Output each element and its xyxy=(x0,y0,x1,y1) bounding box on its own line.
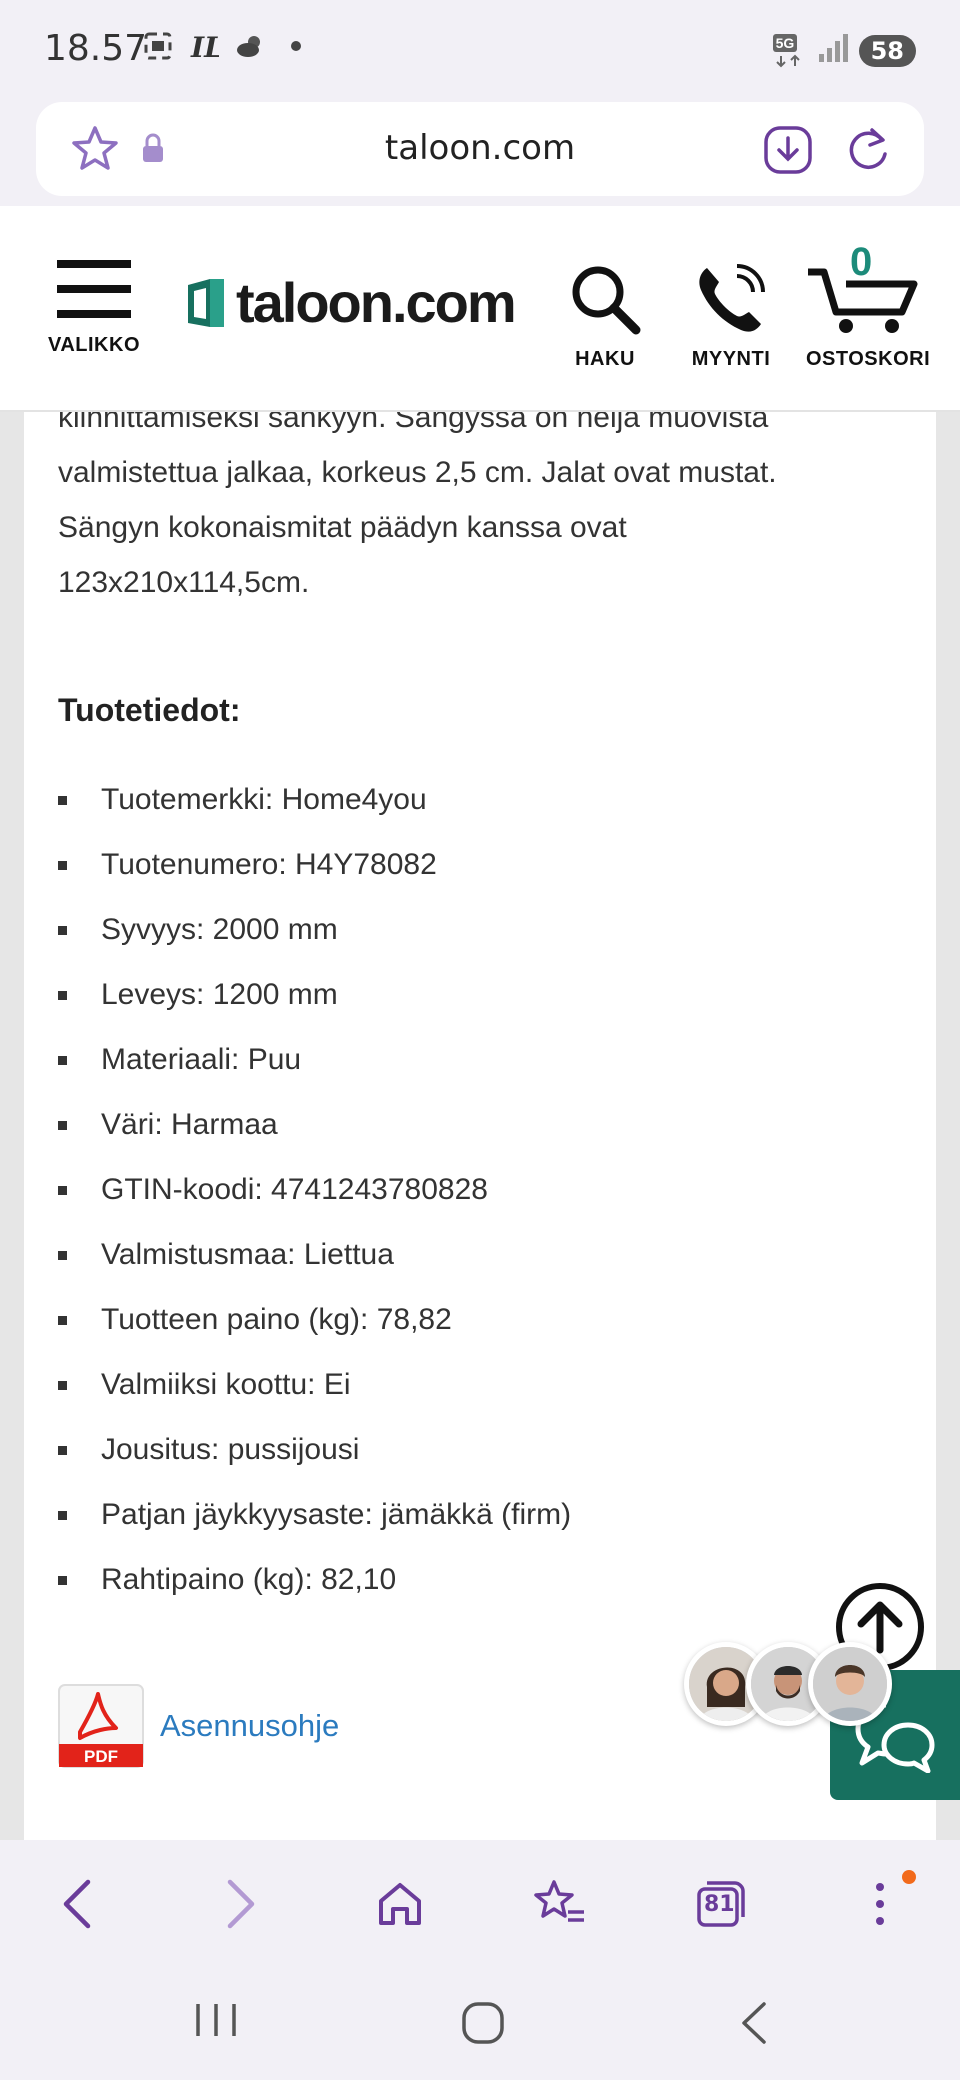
menu-button[interactable]: VALIKKO xyxy=(46,256,142,357)
spec-assembled: Valmiiksi koottu: Ei xyxy=(58,1365,571,1430)
chat-agents-avatars[interactable] xyxy=(684,1642,892,1726)
product-spec-list: Tuotemerkki: Home4you Tuotenumero: H4Y78… xyxy=(58,780,571,1625)
spec-color: Väri: Harmaa xyxy=(58,1105,571,1170)
menu-label: VALIKKO xyxy=(47,334,140,356)
more-vertical-icon xyxy=(876,1883,884,1925)
pdf-file-icon: PDF xyxy=(58,1684,144,1768)
chevron-right-icon xyxy=(227,1879,255,1929)
product-info-heading: Tuotetiedot: xyxy=(58,692,241,728)
tabs-button[interactable]: 81 xyxy=(690,1874,750,1934)
chevron-left-icon xyxy=(63,1879,91,1929)
product-details-card: kiinnittämiseksi sänkyyn. Sängyssä on ne… xyxy=(24,412,936,1840)
spec-width: Leveys: 1200 mm xyxy=(58,975,571,1040)
signal-icon xyxy=(817,32,849,69)
home-icon xyxy=(379,1883,421,1925)
spec-depth: Syvyys: 2000 mm xyxy=(58,910,571,975)
search-icon xyxy=(572,266,641,335)
pdf-badge-label: PDF xyxy=(84,1747,118,1766)
cart-count-badge: 0 xyxy=(850,240,873,284)
browser-bottom-nav: 81 xyxy=(0,1840,960,1960)
browser-url-bar[interactable]: taloon.com xyxy=(36,102,924,196)
status-notification-icons: IL xyxy=(142,30,312,62)
hamburger-icon xyxy=(57,260,131,318)
site-logo[interactable]: taloon.com xyxy=(180,270,517,335)
site-header: VALIKKO taloon.com HAKU MYYNTI 0 OSTOSKO… xyxy=(0,206,960,412)
spec-country: Valmistusmaa: Liettua xyxy=(58,1235,571,1300)
network-5g-icon: 5G xyxy=(772,33,807,68)
search-label: HAKU xyxy=(575,348,635,370)
home-button[interactable] xyxy=(370,1874,430,1934)
more-notifications-dot-icon xyxy=(280,30,312,62)
system-nav-bar xyxy=(0,1960,960,2080)
search-button[interactable]: HAKU xyxy=(560,262,650,371)
cart-button[interactable]: 0 OSTOSKORI xyxy=(806,240,931,371)
product-description: kiinnittämiseksi sänkyyn. Sängyssä on ne… xyxy=(58,412,777,599)
system-back-button[interactable] xyxy=(736,2000,772,2051)
bookmarks-star-list-icon xyxy=(534,1880,584,1922)
battery-indicator: 58 xyxy=(858,34,916,67)
il-app-icon: IL xyxy=(188,30,220,62)
more-menu-button[interactable] xyxy=(850,1874,910,1934)
status-time: 18.57 xyxy=(44,28,148,69)
system-home-button[interactable] xyxy=(460,2000,506,2051)
spec-product-number: Tuotenumero: H4Y78082 xyxy=(58,845,571,910)
status-bar: 18.57 IL 5G 58 xyxy=(0,0,960,100)
bookmarks-button[interactable] xyxy=(530,1874,590,1934)
recent-apps-button[interactable] xyxy=(192,2000,240,2045)
installation-guide-row[interactable]: PDF Asennusohje xyxy=(58,1684,339,1768)
spec-shipping-weight: Rahtipaino (kg): 82,10 xyxy=(58,1560,571,1625)
sales-phone-button[interactable]: MYYNTI xyxy=(686,262,776,371)
agent-avatar[interactable] xyxy=(808,1642,892,1726)
installation-guide-link[interactable]: Asennusohje xyxy=(160,1708,339,1744)
download-icon[interactable] xyxy=(762,124,814,181)
spec-weight: Tuotteen paino (kg): 78,82 xyxy=(58,1300,571,1365)
weather-icon xyxy=(234,30,266,62)
svg-text:IL: IL xyxy=(190,31,219,61)
home-circle-icon xyxy=(462,2002,504,2044)
status-system-icons: 5G 58 xyxy=(772,32,916,69)
logo-door-icon xyxy=(188,278,224,327)
notification-dot xyxy=(902,1870,916,1884)
spec-gtin: GTIN-koodi: 4741243780828 xyxy=(58,1170,571,1235)
back-arrow-icon xyxy=(742,2002,766,2044)
sales-label: MYYNTI xyxy=(691,348,771,370)
back-button[interactable] xyxy=(48,1874,108,1934)
recent-apps-icon xyxy=(196,2004,236,2036)
tab-count: 81 xyxy=(704,1892,735,1917)
screenshot-icon xyxy=(142,30,174,62)
logo-text: taloon.com xyxy=(236,271,517,334)
spec-suspension: Jousitus: pussijousi xyxy=(58,1430,571,1495)
spec-brand: Tuotemerkki: Home4you xyxy=(58,780,571,845)
spec-material: Materiaali: Puu xyxy=(58,1040,571,1105)
spec-firmness: Patjan jäykkyysaste: jämäkkä (firm) xyxy=(58,1495,571,1560)
phone-icon xyxy=(699,264,765,332)
reload-icon[interactable] xyxy=(842,124,894,181)
forward-button[interactable] xyxy=(210,1874,270,1934)
cart-label: OSTOSKORI xyxy=(806,348,931,370)
